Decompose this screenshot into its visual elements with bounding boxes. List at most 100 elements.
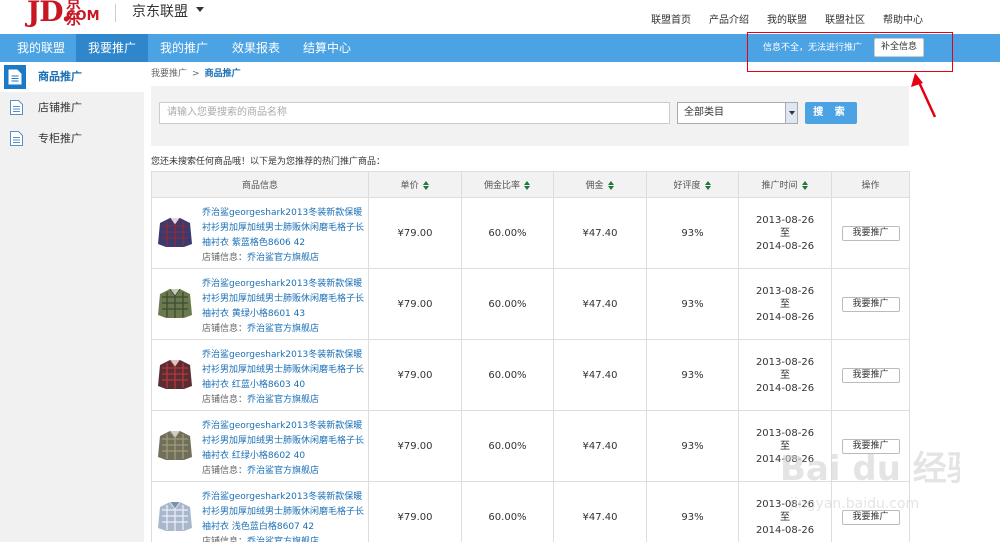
commission-cell: ¥47.40	[553, 268, 647, 340]
product-name-link[interactable]: 乔治鲨georgeshark2013冬装新款保暖衬衫男加厚加绒男士肺贩休闲磨毛格…	[202, 206, 368, 251]
store-info: 店铺信息：乔治鲨官方旗舰店	[202, 463, 319, 476]
store-link[interactable]: 乔治鲨官方旗舰店	[247, 395, 319, 405]
rating-cell: 93%	[646, 481, 739, 542]
chevron-down-icon	[196, 6, 204, 12]
site-switcher[interactable]: 京东联盟	[132, 1, 204, 21]
commission-rate-cell: 60.00%	[461, 410, 554, 482]
promote-button[interactable]: 我要推广	[841, 225, 900, 241]
store-label: 店铺信息：	[202, 253, 248, 263]
commission-rate-cell: 60.00%	[461, 481, 554, 542]
store-info: 店铺信息：乔治鲨官方旗舰店	[202, 321, 319, 334]
top-link-help[interactable]: 帮助中心	[883, 11, 923, 26]
logo-com-text: COM	[66, 9, 100, 24]
watermark-url: jingyan.baidu.com	[789, 496, 919, 512]
price-cell: ¥79.00	[368, 197, 462, 269]
action-cell: 我要推广	[831, 339, 910, 411]
top-header: JD. 京东 COM 京东联盟 联盟首页 产品介绍 我的联盟 联盟社区 帮助中心	[0, 0, 1000, 34]
product-name-link[interactable]: 乔治鲨georgeshark2013冬装新款保暖衬衫男加厚加绒男士肺贩休闲磨毛格…	[202, 419, 368, 464]
sort-icon[interactable]	[422, 180, 430, 191]
sort-icon[interactable]	[524, 180, 531, 191]
site-title: 京东联盟	[132, 4, 188, 20]
document-icon	[8, 69, 22, 85]
sidebar-item-shop-promo[interactable]: 店铺推广	[0, 93, 144, 123]
document-icon	[10, 100, 23, 115]
annotation-highlight-box	[747, 32, 953, 72]
col-header-rating[interactable]: 好评度	[646, 171, 739, 198]
breadcrumb-separator: >	[192, 69, 200, 79]
sidebar-item-counter-promo[interactable]: 专柜推广	[0, 124, 144, 154]
col-header-commission[interactable]: 佣金	[553, 171, 647, 198]
store-link[interactable]: 乔治鲨官方旗舰店	[247, 537, 319, 542]
table-row: 乔治鲨georgeshark2013冬装新款保暖衬衫男加厚加绒男士肺贩休闲磨毛格…	[151, 197, 910, 269]
nav-item-reports[interactable]: 效果报表	[220, 34, 292, 62]
promo-date-to: 至	[780, 369, 790, 381]
product-info-cell: 乔治鲨georgeshark2013冬装新款保暖衬衫男加厚加绒男士肺贩休闲磨毛格…	[151, 197, 369, 269]
store-label: 店铺信息：	[202, 395, 248, 405]
product-info-cell: 乔治鲨georgeshark2013冬装新款保暖衬衫男加厚加绒男士肺贩休闲磨毛格…	[151, 339, 369, 411]
product-image[interactable]	[156, 427, 194, 465]
promo-end-date: 2014-08-26	[755, 382, 815, 394]
table-row: 乔治鲨georgeshark2013冬装新款保暖衬衫男加厚加绒男士肺贩休闲磨毛格…	[151, 339, 910, 411]
store-link[interactable]: 乔治鲨官方旗舰店	[247, 253, 319, 263]
promo-end-date: 2014-08-26	[755, 311, 815, 323]
product-image[interactable]	[156, 498, 194, 536]
product-image[interactable]	[156, 356, 194, 394]
price-cell: ¥79.00	[368, 268, 462, 340]
promo-time-cell: 2013-08-26 至 2014-08-26	[738, 197, 832, 269]
nav-item-promote[interactable]: 我要推广	[76, 34, 148, 62]
store-label: 店铺信息：	[202, 537, 248, 542]
product-name-link[interactable]: 乔治鲨georgeshark2013冬装新款保暖衬衫男加厚加绒男士肺贩休闲磨毛格…	[202, 490, 368, 535]
commission-rate-cell: 60.00%	[461, 339, 554, 411]
action-cell: 我要推广	[831, 197, 910, 269]
annotation-arrow-icon	[911, 73, 937, 118]
top-link-products[interactable]: 产品介绍	[709, 11, 749, 26]
category-select[interactable]: 全部类目	[677, 102, 798, 124]
commission-cell: ¥47.40	[553, 339, 647, 411]
product-info-cell: 乔治鲨georgeshark2013冬装新款保暖衬衫男加厚加绒男士肺贩休闲磨毛格…	[151, 481, 369, 542]
col-header-price[interactable]: 单价	[368, 171, 462, 198]
rating-cell: 93%	[646, 410, 739, 482]
promote-button[interactable]: 我要推广	[841, 367, 900, 383]
recommendation-hint: 您还未搜索任何商品哦！以下是为您推荐的热门推广商品：	[151, 157, 386, 167]
top-link-home[interactable]: 联盟首页	[651, 11, 691, 26]
promo-date-to: 至	[780, 298, 790, 310]
sidebar-item-label: 店铺推广	[38, 101, 82, 114]
col-header-time[interactable]: 推广时间	[738, 171, 832, 198]
breadcrumb-parent[interactable]: 我要推广	[151, 69, 187, 79]
store-link[interactable]: 乔治鲨官方旗舰店	[247, 466, 319, 476]
jd-logo[interactable]: JD. 京东 COM	[27, 0, 100, 27]
sort-icon[interactable]	[607, 180, 615, 191]
product-name-link[interactable]: 乔治鲨georgeshark2013冬装新款保暖衬衫男加厚加绒男士肺贩休闲磨毛格…	[202, 277, 368, 322]
store-link[interactable]: 乔治鲨官方旗舰店	[247, 324, 319, 334]
promote-button[interactable]: 我要推广	[841, 296, 900, 312]
promo-time-cell: 2013-08-26 至 2014-08-26	[738, 268, 832, 340]
chevron-down-icon	[785, 103, 797, 123]
commission-cell: ¥47.40	[553, 197, 647, 269]
top-link-community[interactable]: 联盟社区	[825, 11, 865, 26]
nav-item-my-promotions[interactable]: 我的推广	[148, 34, 220, 62]
sidebar-item-product-promo[interactable]: 商品推广	[0, 62, 144, 92]
search-input[interactable]: 请输入您要搜索的商品名称	[159, 102, 670, 124]
sidebar: 商品推广 店铺推广 专柜推广	[0, 62, 144, 542]
table-header-row: 商品信息 单价 佣金比率 佣金 好评度 推广时间 操作	[151, 171, 910, 198]
top-link-my-union[interactable]: 我的联盟	[767, 11, 807, 26]
sort-icon[interactable]	[801, 180, 809, 191]
nav-item-my-union[interactable]: 我的联盟	[6, 34, 76, 62]
price-cell: ¥79.00	[368, 410, 462, 482]
commission-cell: ¥47.40	[553, 481, 647, 542]
product-image[interactable]	[156, 214, 194, 252]
product-info-cell: 乔治鲨georgeshark2013冬装新款保暖衬衫男加厚加绒男士肺贩休闲磨毛格…	[151, 410, 369, 482]
nav-item-settlement[interactable]: 结算中心	[292, 34, 362, 62]
baidu-jingyan-watermark: Bai du 经验 jingyan.baidu.com	[780, 449, 960, 512]
rating-cell: 93%	[646, 197, 739, 269]
product-image[interactable]	[156, 285, 194, 323]
sort-icon[interactable]	[704, 180, 712, 191]
promo-start-date: 2013-08-26	[755, 356, 815, 368]
document-icon	[10, 131, 23, 146]
price-cell: ¥79.00	[368, 481, 462, 542]
col-header-rate[interactable]: 佣金比率	[461, 171, 554, 198]
promo-start-date: 2013-08-26	[755, 214, 815, 226]
search-button[interactable]: 搜 索	[805, 102, 857, 124]
product-name-link[interactable]: 乔治鲨georgeshark2013冬装新款保暖衬衫男加厚加绒男士肺贩休闲磨毛格…	[202, 348, 368, 393]
category-select-value: 全部类目	[684, 107, 724, 118]
